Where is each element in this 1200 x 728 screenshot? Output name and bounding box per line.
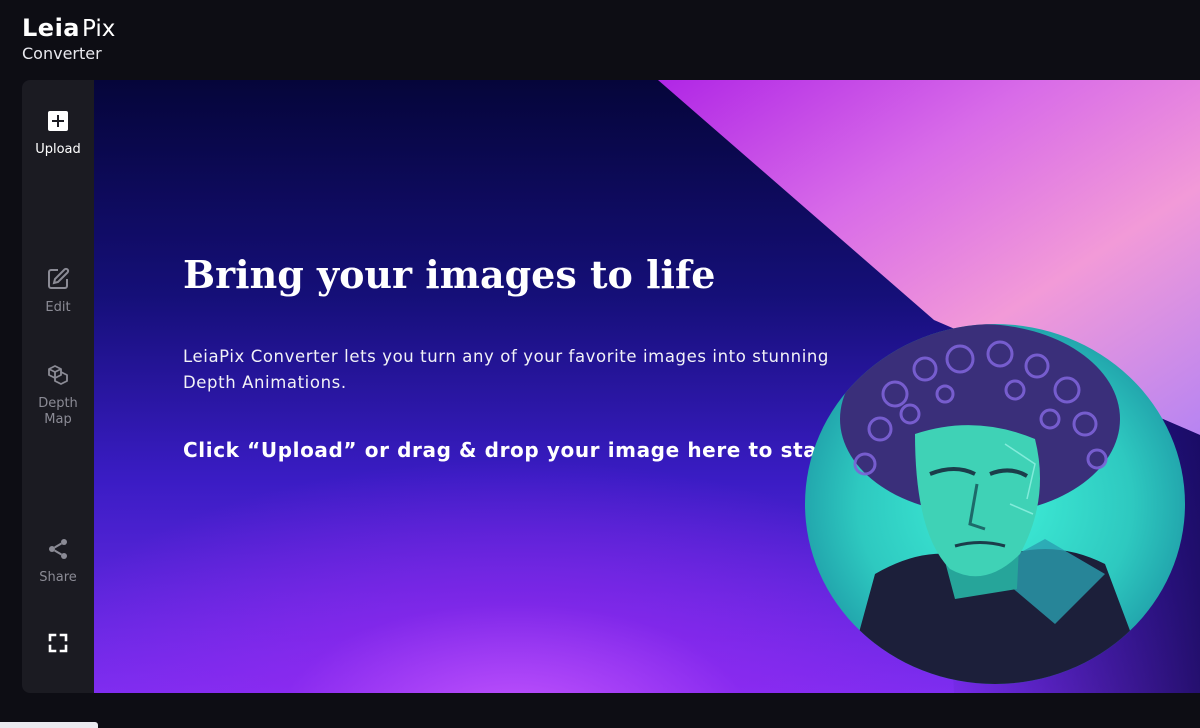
upload-instruction: Click “Upload” or drag & drop your image… <box>183 438 818 462</box>
app-logo[interactable]: Leia Pix Converter <box>22 16 115 62</box>
sidebar-item-edit[interactable]: Edit <box>22 266 94 316</box>
fullscreen-icon <box>45 630 71 656</box>
share-icon <box>45 536 71 562</box>
logo-brand: Leia <box>22 14 80 42</box>
sidebar-item-label: Share <box>39 570 77 585</box>
sidebar-item-label: Upload <box>35 142 81 157</box>
logo-suffix: Pix <box>82 16 116 42</box>
sidebar-item-label: Edit <box>45 300 71 315</box>
bottom-scroll-indicator <box>0 722 98 728</box>
plus-box-icon <box>45 108 71 134</box>
pencil-box-icon <box>45 266 71 292</box>
logo-subtitle: Converter <box>22 44 102 63</box>
sidebar-item-upload[interactable]: Upload <box>22 108 94 158</box>
app-window: Leia Pix Converter Upload Edit Depth Map… <box>0 0 1200 728</box>
sidebar-item-depth-map[interactable]: Depth Map <box>22 362 94 428</box>
logo-wordmark: Leia Pix <box>22 16 115 41</box>
sidebar-item-share[interactable]: Share <box>22 536 94 586</box>
upload-drop-zone[interactable]: Bring your images to life LeiaPix Conver… <box>94 80 1200 693</box>
sidebar: Upload Edit Depth Map Share <box>22 80 94 693</box>
hero-description: LeiaPix Converter lets you turn any of y… <box>183 347 830 392</box>
hero-title: Bring your images to life <box>183 252 716 297</box>
layers-cube-icon <box>45 362 71 388</box>
sample-portrait-image <box>805 324 1185 684</box>
sidebar-item-label: Depth Map <box>38 396 78 427</box>
fullscreen-button[interactable] <box>22 630 94 656</box>
